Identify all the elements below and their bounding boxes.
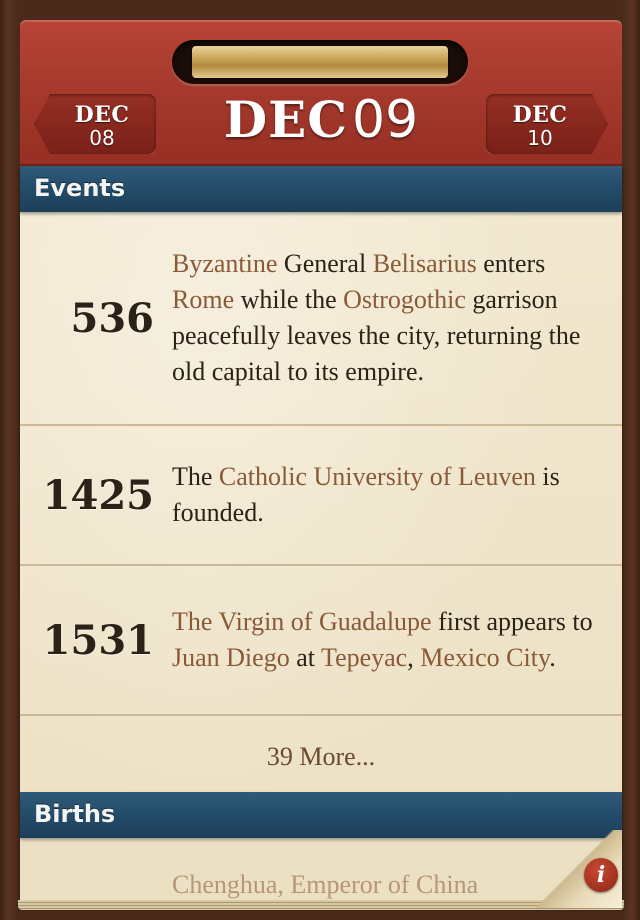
event-text-fragment: while the [234,285,344,314]
event-text-fragment: , [407,643,421,672]
paper-stack-edge [18,900,624,910]
event-text-fragment: The [172,462,219,491]
current-month: DEC [223,90,349,149]
info-icon[interactable]: i [584,858,618,892]
event-text-fragment: enters [476,249,546,278]
next-day-month: DEC [512,102,568,128]
event-text-fragment: first appears to [431,607,593,636]
births-first-item[interactable]: Chenghua, Emperor of China [172,870,592,900]
calendar-app: DEC 08 DEC09 DEC 10 Events 536 Byzantine… [0,0,640,920]
event-link[interactable]: Belisarius [373,249,477,278]
event-link[interactable]: Tepeyac [321,643,407,672]
event-description: The Virgin of Guadalupe first appears to… [172,566,612,714]
event-link[interactable]: The Virgin of Guadalupe [172,607,432,636]
events-list[interactable]: Events 536 Byzantine General Belisarius … [20,166,622,906]
event-text-fragment: General [277,249,373,278]
current-day: 09 [352,90,419,150]
event-description: The Catholic University of Leuven is fou… [172,426,612,564]
previous-day-button[interactable]: DEC 08 [34,94,156,154]
births-section-header: Births [20,792,622,838]
event-row[interactable]: 1425 The Catholic University of Leuven i… [20,426,622,566]
event-row[interactable]: 1531 The Virgin of Guadalupe first appea… [20,566,622,716]
event-link[interactable]: Catholic University of Leuven [219,462,536,491]
event-year: 536 [70,294,155,342]
event-row[interactable]: 536 Byzantine General Belisarius enters … [20,212,622,426]
next-day-number: 10 [527,126,553,150]
next-day-button[interactable]: DEC 10 [486,94,608,154]
event-link[interactable]: Rome [172,285,234,314]
event-link[interactable]: Juan Diego [172,643,290,672]
event-year: 1531 [42,616,154,664]
binder-ring [192,46,448,78]
event-link[interactable]: Byzantine [172,249,277,278]
events-section-header: Events [20,166,622,212]
more-events-button[interactable]: 39 More... [20,716,622,792]
event-year: 1425 [42,471,154,519]
date-header: DEC 08 DEC09 DEC 10 [20,20,622,166]
event-description: Byzantine General Belisarius enters Rome… [172,212,612,424]
event-text-fragment: . [549,643,556,672]
previous-day-month: DEC [74,102,130,128]
event-link[interactable]: Mexico City [420,643,549,672]
event-text-fragment: at [289,643,321,672]
event-link[interactable]: Ostrogothic [343,285,466,314]
current-date-title: DEC09 [150,90,492,154]
previous-day-number: 08 [89,126,115,150]
